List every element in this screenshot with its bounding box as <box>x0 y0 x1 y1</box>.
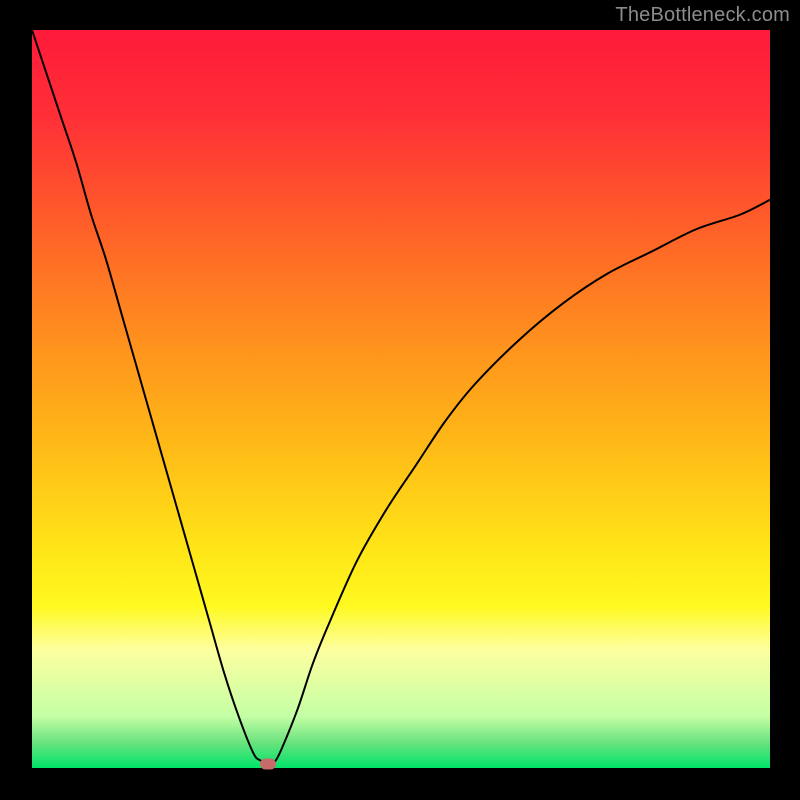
chart-plot <box>32 30 770 768</box>
chart-frame <box>32 30 770 768</box>
gradient-background <box>32 30 770 768</box>
optimum-point <box>260 759 276 770</box>
watermark-text: TheBottleneck.com <box>615 4 790 27</box>
